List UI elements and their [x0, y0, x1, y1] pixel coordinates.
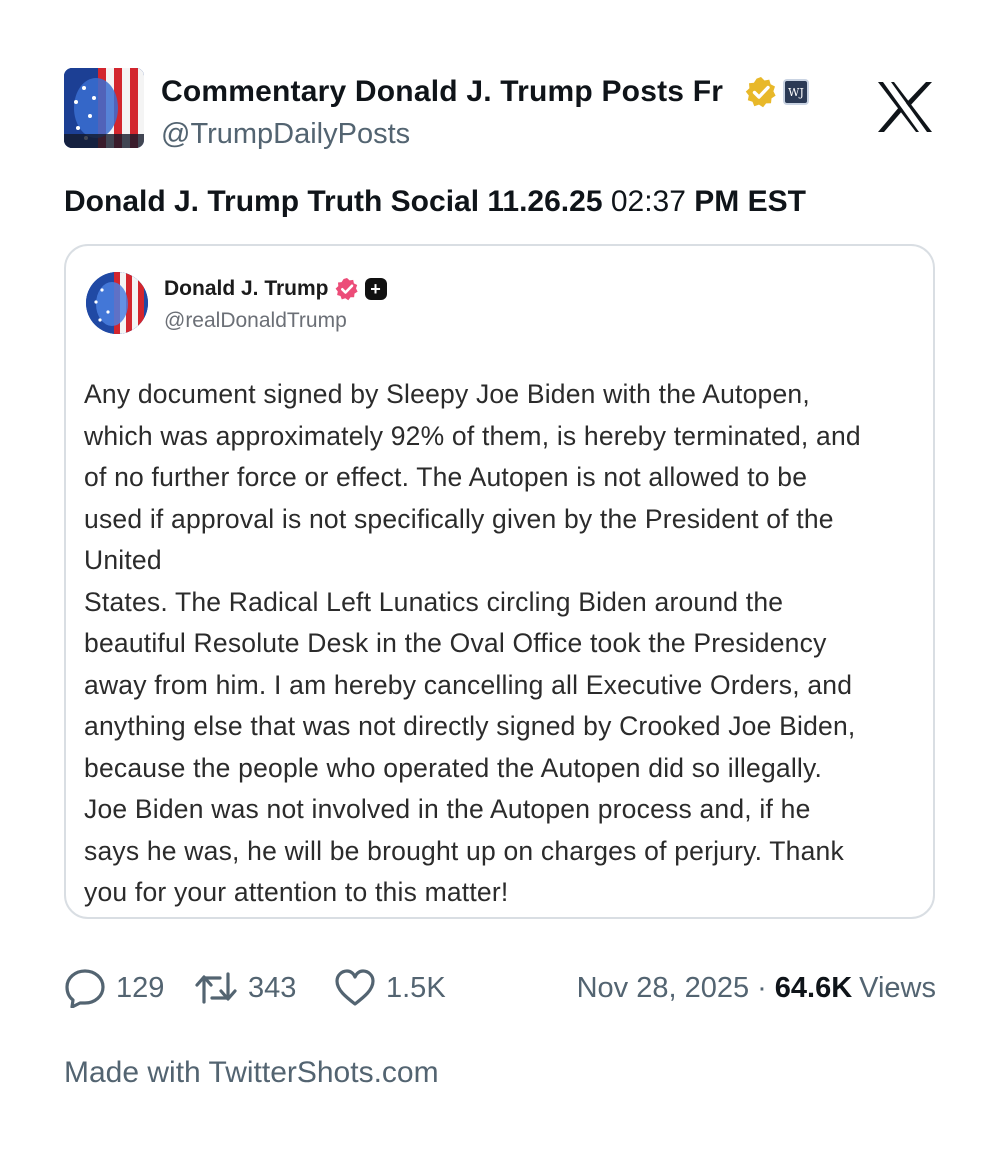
author-display-name[interactable]: Commentary Donald J. Trump Posts Fr — [161, 75, 737, 109]
quoted-post-line: away from him. I am hereby cancelling al… — [84, 669, 853, 700]
quoted-post-line: says he was, he will be brought up on ch… — [84, 835, 844, 866]
quoted-post-line: because the people who operated the Auto… — [84, 752, 823, 783]
quoted-post-body: Any document signed by Sleepy Joe Biden … — [84, 374, 924, 914]
tweet-text: Donald J. Trump Truth Social 11.26.25 02… — [64, 184, 934, 220]
quoted-post-line: Any document signed by Sleepy Joe Biden … — [84, 379, 810, 409]
reply-button[interactable]: 129 — [64, 966, 164, 1010]
quoted-author-handle[interactable]: @realDonaldTrump — [164, 309, 347, 333]
author-handle[interactable]: @TrumpDailyPosts — [161, 118, 410, 151]
quoted-post-card[interactable]: Donald J. Trump + @realDonaldTrump Any d… — [64, 244, 935, 919]
quoted-post-line: States. The Radical Left Lunatics circli… — [84, 586, 784, 617]
made-with-credit[interactable]: Made with TwitterShots.com — [64, 1056, 439, 1090]
post-date[interactable]: Nov 28, 2025 — [577, 972, 750, 1005]
tweet-stats-bar: 129 343 1.5K Nov 28, 2025 · 64.6K Views — [64, 966, 936, 1010]
quoted-avatar[interactable] — [86, 272, 148, 334]
author-name-row: Commentary Donald J. Trump Posts Fr WJ — [161, 72, 809, 112]
quoted-name-row: Donald J. Trump + — [164, 274, 387, 304]
quoted-post-line: you for your attention to this matter! — [84, 877, 509, 907]
quoted-post-line: of no further force or effect. The Autop… — [84, 462, 808, 492]
quoted-post-line: Joe Biden was not involved in the Autope… — [84, 794, 811, 824]
quoted-post-line: which was approximately 92% of them, is … — [84, 420, 861, 451]
like-count: 1.5K — [386, 971, 446, 1004]
like-button[interactable]: 1.5K — [334, 966, 446, 1010]
meta-separator: · — [757, 971, 767, 1004]
quoted-author-name[interactable]: Donald J. Trump — [164, 277, 329, 301]
quoted-post-line: anything else that was not directly sign… — [84, 711, 856, 741]
tweet-header: Commentary Donald J. Trump Posts Fr WJ @… — [64, 68, 934, 150]
plus-badge-icon: + — [364, 278, 387, 300]
tweet-text-time: 02:37 — [602, 185, 695, 218]
pink-verified-icon — [335, 278, 358, 301]
avatar[interactable] — [64, 68, 144, 148]
quoted-post-line: United — [84, 545, 162, 575]
post-meta: Nov 28, 2025 · 64.6K Views — [577, 966, 936, 1010]
gold-verified-icon — [745, 77, 776, 108]
affiliate-badge[interactable]: WJ — [783, 79, 809, 105]
heart-icon — [335, 969, 375, 1006]
x-logo-icon — [878, 82, 932, 132]
reply-icon — [65, 969, 105, 1008]
tweet-text-bold-title: Donald J. Trump Truth Social 11.26.25 — [64, 185, 603, 218]
repost-button[interactable]: 343 — [194, 966, 296, 1010]
views-count: 64.6K — [774, 971, 853, 1004]
views-label: Views — [859, 971, 936, 1004]
tweet-text-bold-tz: PM EST — [694, 185, 806, 218]
reply-count: 129 — [116, 971, 165, 1004]
quoted-post-line: beautiful Resolute Desk in the Oval Offi… — [84, 628, 827, 658]
tweet-screenshot: Commentary Donald J. Trump Posts Fr WJ @… — [0, 0, 996, 1156]
repost-count: 343 — [248, 971, 297, 1004]
repost-icon — [195, 972, 237, 1004]
quoted-post-line: used if approval is not specifically giv… — [84, 503, 834, 534]
